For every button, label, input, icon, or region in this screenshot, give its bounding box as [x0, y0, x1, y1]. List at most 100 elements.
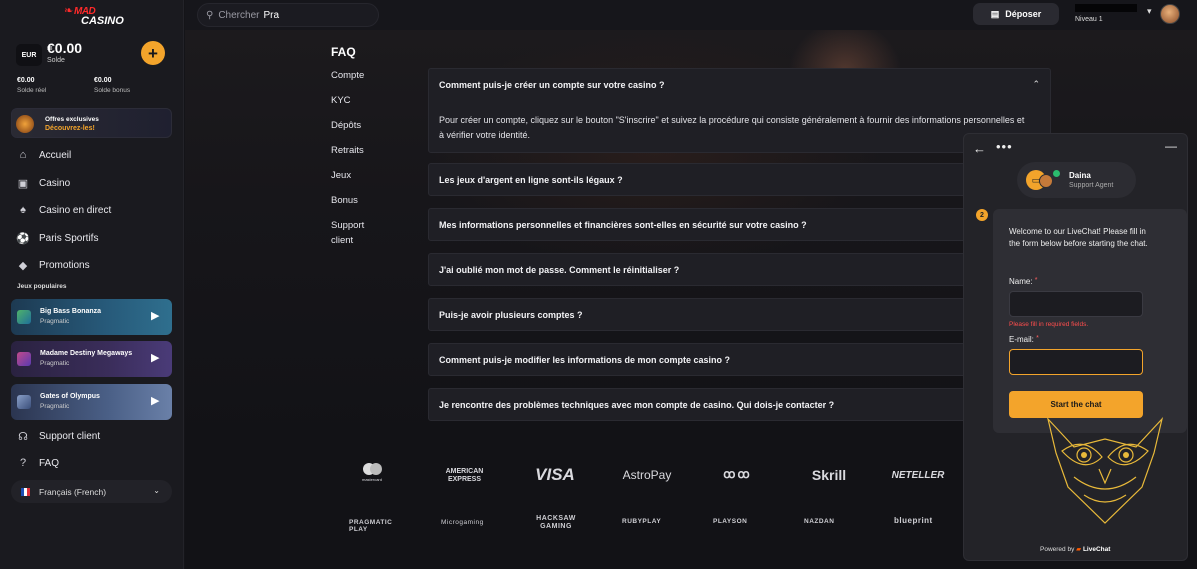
offers-cta: Découvrez-les! [45, 125, 95, 132]
sidebar-item-label: Promotions [39, 259, 90, 271]
name-error: Please fill in required fields. [1009, 321, 1089, 328]
language-value: Français (French) [39, 486, 107, 497]
faq-item[interactable]: Comment puis-je modifier les information… [428, 343, 1051, 376]
cards-icon: ♠ [20, 204, 26, 216]
visa-logo: VISA [535, 465, 575, 484]
sidebar-item-promotions[interactable]: ◆ Promotions [16, 256, 90, 274]
game-card[interactable]: Madame Destiny Megaways Pragmatic ▶ [11, 341, 172, 377]
sidebar-item-accueil[interactable]: ⌂ Accueil [16, 146, 72, 164]
deposit-label: Déposer [1005, 9, 1042, 19]
faq-category-depots[interactable]: Dépôts [331, 118, 381, 133]
balance-value: €0.00 [47, 40, 83, 56]
user-level: Niveau 1 [1075, 16, 1103, 23]
chevron-down-icon: ⌄ [153, 486, 160, 495]
balance-label: Solde [47, 57, 65, 64]
agent-role: Support Agent [1069, 182, 1114, 189]
faq-category-jeux[interactable]: Jeux [331, 168, 381, 183]
game-name: Madame Destiny Megaways [40, 350, 133, 357]
logo[interactable]: ❧ MAD CASINO [64, 4, 124, 28]
search-placeholder: Chercher [218, 9, 260, 21]
soccer-icon: ⚽ [16, 232, 30, 245]
faq-item-expanded[interactable]: Comment puis-je créer un compte sur votr… [428, 68, 1051, 153]
neteller-logo: NETELLER [891, 470, 945, 481]
sidebar: ❧ MAD CASINO EUR €0.00 Solde + €0.00 Sol… [0, 0, 184, 569]
play-icon[interactable]: ▶ [151, 394, 159, 407]
app-window: ❧ MAD CASINO EUR €0.00 Solde + €0.00 Sol… [0, 0, 1197, 569]
game-name: Gates of Olympus [40, 393, 100, 400]
game-thumbnail [17, 395, 31, 409]
sidebar-item-casino[interactable]: ▣ Casino [16, 174, 70, 192]
search-input[interactable]: ⚲ Chercher Pra [197, 3, 379, 27]
sidebar-item-label: Casino [39, 177, 71, 189]
headset-icon: ☊ [18, 430, 28, 443]
astropay-logo: AstroPay [622, 468, 672, 482]
add-funds-button[interactable]: + [141, 41, 165, 65]
faq-category-support[interactable]: Support client [331, 218, 381, 248]
slot-icon: ▣ [17, 177, 29, 190]
offers-title: Offres exclusives [45, 116, 99, 123]
page-title: FAQ [331, 45, 356, 59]
game-provider: Pragmatic [40, 360, 70, 367]
home-icon: ⌂ [19, 149, 27, 161]
faq-item[interactable]: Mes informations personnelles et financi… [428, 208, 1051, 241]
game-card[interactable]: Big Bass Bonanza Pragmatic ▶ [11, 299, 172, 335]
user-menu[interactable]: Niveau 1 ▾ [1075, 3, 1155, 25]
name-field[interactable] [1009, 291, 1143, 317]
play-icon[interactable]: ▶ [151, 309, 159, 322]
faq-category-compte[interactable]: Compte [331, 68, 381, 83]
faq-question: Mes informations personnelles et financi… [439, 220, 807, 230]
agent-avatar [1039, 174, 1053, 188]
back-arrow-icon[interactable]: ← [973, 141, 986, 156]
deposit-button[interactable]: ▤ Déposer [973, 3, 1059, 25]
wallet-panel: EUR €0.00 Solde + €0.00 Solde réel €0.00… [10, 36, 172, 98]
faq-category-retraits[interactable]: Retraits [331, 143, 381, 158]
email-label: E-mail: * [1009, 335, 1039, 344]
agent-card: ▭ Daina Support Agent [1017, 162, 1136, 198]
game-name: Big Bass Bonanza [40, 308, 102, 315]
popular-games-heading: Jeux populaires [17, 283, 67, 290]
faq-item[interactable]: J'ai oublié mon mot de passe. Comment le… [428, 253, 1051, 286]
prechat-form: Welcome to our LiveChat! Please fill in … [993, 209, 1187, 433]
blueprint-logo: blueprint [894, 516, 933, 525]
more-options-icon[interactable]: ••• [996, 139, 1013, 154]
real-balance-value: €0.00 [17, 77, 35, 84]
nazdan-logo: NAZDAN [804, 518, 835, 525]
sidebar-item-sports[interactable]: ⚽ Paris Sportifs [16, 229, 98, 247]
faq-category-kyc[interactable]: KYC [331, 93, 381, 108]
faq-question: Je rencontre des problèmes techniques av… [439, 400, 835, 410]
pragmatic-play-logo: PRAGMATIC PLAY [349, 519, 393, 533]
chevron-up-icon: ⌃ [1032, 79, 1040, 89]
avatar[interactable] [1160, 4, 1180, 24]
question-icon: ? [19, 457, 27, 469]
playson-logo: PLAYSON [713, 518, 748, 525]
faq-item[interactable]: Les jeux d'argent en ligne sont-ils léga… [428, 163, 1051, 196]
minimize-icon[interactable]: — [1165, 139, 1177, 153]
currency-badge: EUR [16, 44, 42, 66]
sidebar-item-casino-live[interactable]: ♠ Casino en direct [16, 201, 111, 219]
logo-line-2: CASINO [81, 15, 124, 27]
game-provider: Pragmatic [40, 318, 70, 325]
exclusive-offers-banner[interactable]: Offres exclusives Découvrez-les! [11, 108, 172, 138]
search-icon: ⚲ [206, 9, 214, 21]
game-thumbnail [17, 310, 31, 324]
real-balance-label: Solde réel [17, 87, 47, 94]
sidebar-item-support[interactable]: ☊ Support client [16, 427, 100, 445]
game-thumbnail [17, 352, 31, 366]
powered-by[interactable]: Powered by ▰ LiveChat [1040, 545, 1110, 553]
faq-question: Les jeux d'argent en ligne sont-ils léga… [439, 175, 623, 185]
email-field[interactable] [1009, 349, 1143, 375]
faq-item[interactable]: Je rencontre des problèmes techniques av… [428, 388, 1051, 421]
unread-badge: 2 [976, 209, 988, 221]
sidebar-item-label: Casino en direct [39, 204, 112, 216]
owl-logo-icon [1046, 417, 1164, 524]
sidebar-item-faq[interactable]: ? FAQ [16, 454, 59, 472]
language-select[interactable]: Français (French) ⌄ [11, 480, 172, 503]
play-icon[interactable]: ▶ [151, 351, 159, 364]
faq-category-bonus[interactable]: Bonus [331, 193, 381, 208]
game-card[interactable]: Gates of Olympus Pragmatic ▶ [11, 384, 172, 420]
start-chat-button[interactable]: Start the chat [1009, 391, 1143, 418]
search-value: Pra [263, 9, 280, 21]
payment-logo: ꝏꝏ [723, 467, 752, 481]
faq-item[interactable]: Puis-je avoir plusieurs comptes ? [428, 298, 1051, 331]
online-status-dot [1053, 170, 1060, 177]
